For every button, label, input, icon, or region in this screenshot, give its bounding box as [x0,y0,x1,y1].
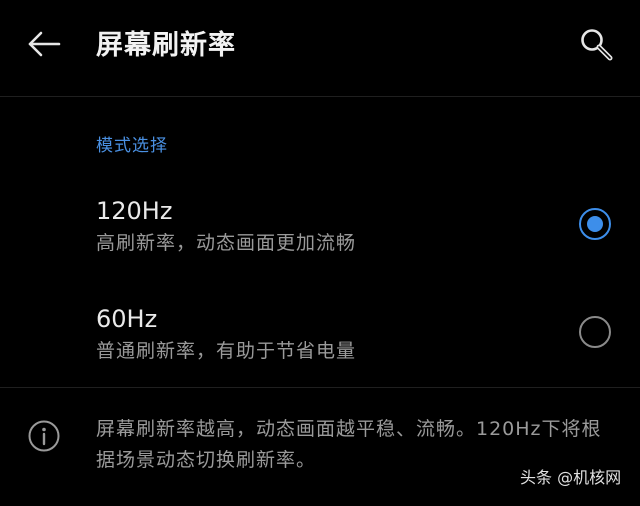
info-icon [27,419,61,453]
option-description: 普通刷新率，有助于节省电量 [96,340,357,362]
search-icon [579,27,613,65]
page-title: 屏幕刷新率 [96,30,236,61]
header-divider [0,96,640,97]
top-app-bar: 屏幕刷新率 [0,0,640,96]
radio-button-60hz[interactable] [579,316,611,348]
back-button[interactable] [22,28,66,64]
option-description: 高刷新率，动态画面更加流畅 [96,232,357,254]
option-120hz[interactable]: 120Hz 高刷新率，动态画面更加流畅 [0,178,640,274]
option-title: 120Hz [96,197,173,225]
radio-button-120hz[interactable] [579,208,611,240]
radio-selected-dot [587,216,603,232]
option-60hz[interactable]: 60Hz 普通刷新率，有助于节省电量 [0,286,640,382]
arrow-left-icon [27,31,61,61]
section-header-mode: 模式选择 [96,136,168,156]
search-button[interactable] [574,26,618,66]
option-title: 60Hz [96,305,158,333]
watermark: 头条 @机核网 [520,468,622,487]
options-divider [0,387,640,388]
